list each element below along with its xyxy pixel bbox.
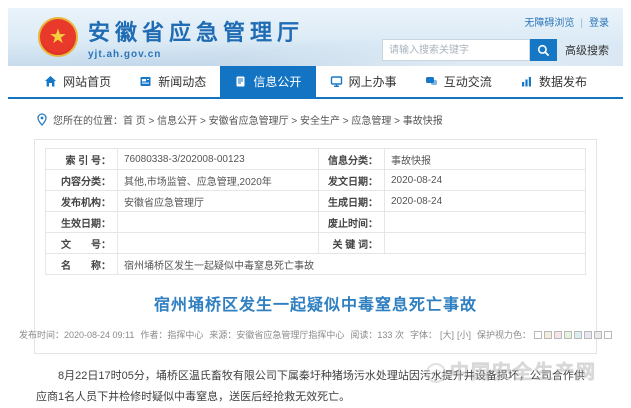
main-nav: 网站首页 新闻动态 信息公开 网上办事 互动交流 数据发布 bbox=[8, 66, 623, 99]
meta-label: 发文日期： bbox=[319, 170, 385, 191]
article-card: 索 引 号： 76080338-3/202008-00123 信息分类： 事故快… bbox=[34, 139, 597, 354]
document-meta-table: 索 引 号： 76080338-3/202008-00123 信息分类： 事故快… bbox=[45, 148, 586, 275]
meta-label: 关 键 词： bbox=[319, 233, 385, 254]
monitor-icon bbox=[330, 75, 343, 88]
view-count: 阅读：133 次 bbox=[350, 328, 404, 341]
meta-value bbox=[385, 212, 586, 233]
search-icon bbox=[537, 44, 550, 57]
chat-icon bbox=[425, 75, 438, 88]
eye-color-swatch[interactable] bbox=[594, 331, 602, 339]
eye-color-swatch[interactable] bbox=[554, 331, 562, 339]
meta-value bbox=[118, 212, 319, 233]
breadcrumb-text[interactable]: 您所在的位置：首 页 > 信息公开 > 安徽省应急管理厅 > 安全生产 > 应急… bbox=[53, 112, 443, 127]
search-input[interactable] bbox=[382, 39, 530, 61]
table-row: 索 引 号： 76080338-3/202008-00123 信息分类： 事故快… bbox=[46, 149, 586, 170]
login-link[interactable]: 登录 bbox=[589, 18, 609, 29]
page: ★ 安徽省应急管理厅 yjt.ah.gov.cn 无障碍浏览 | 登录 高级搜索 bbox=[8, 8, 623, 408]
source: 来源：安徽省应急管理厅指挥中心 bbox=[209, 328, 344, 341]
site-header: ★ 安徽省应急管理厅 yjt.ah.gov.cn 无障碍浏览 | 登录 高级搜索 bbox=[8, 8, 623, 66]
article-body: 8月22日17时05分，埇桥区温氏畜牧有限公司下属秦圩种猪场污水处理站因污水提升… bbox=[36, 366, 595, 408]
meta-value: 其他,市场监管、应急管理,2020年 bbox=[118, 170, 319, 191]
accessibility-link[interactable]: 无障碍浏览 bbox=[524, 18, 574, 29]
nav-item-home[interactable]: 网站首页 bbox=[30, 66, 125, 97]
table-row: 生效日期： 废止时间： bbox=[46, 212, 586, 233]
meta-label: 索 引 号： bbox=[46, 149, 118, 170]
nav-label: 互动交流 bbox=[444, 73, 492, 90]
eye-color-swatch[interactable] bbox=[604, 331, 612, 339]
location-pin-icon bbox=[36, 113, 48, 126]
nav-label: 信息公开 bbox=[253, 73, 301, 90]
document-icon bbox=[234, 75, 247, 88]
nav-label: 数据发布 bbox=[539, 73, 587, 90]
table-row: 发布机构： 安徽省应急管理厅 生成日期： 2020-08-24 bbox=[46, 191, 586, 212]
publish-time: 发布时间：2020-08-24 09:11 bbox=[19, 328, 134, 341]
nav-item-interaction[interactable]: 互动交流 bbox=[411, 66, 506, 97]
news-icon bbox=[139, 75, 152, 88]
table-row: 内容分类： 其他,市场监管、应急管理,2020年 发文日期： 2020-08-2… bbox=[46, 170, 586, 191]
link-divider: | bbox=[580, 18, 583, 29]
meta-label: 内容分类： bbox=[46, 170, 118, 191]
meta-label: 生成日期： bbox=[319, 191, 385, 212]
meta-value: 安徽省应急管理厅 bbox=[118, 191, 319, 212]
meta-value bbox=[118, 233, 319, 254]
article-paragraph: 8月22日17时05分，埇桥区温氏畜牧有限公司下属秦圩种猪场污水处理站因污水提升… bbox=[36, 366, 595, 408]
meta-label: 文 号： bbox=[46, 233, 118, 254]
meta-value: 宿州埇桥区发生一起疑似中毒窒息死亡事故 bbox=[118, 254, 586, 275]
nav-item-data-release[interactable]: 数据发布 bbox=[506, 66, 601, 97]
nav-label: 网站首页 bbox=[63, 73, 111, 90]
page-title: 宿州埇桥区发生一起疑似中毒窒息死亡事故 bbox=[45, 291, 586, 315]
font-smaller-button[interactable]: [小] bbox=[457, 328, 471, 341]
meta-label: 发布机构： bbox=[46, 191, 118, 212]
site-url: yjt.ah.gov.cn bbox=[88, 49, 304, 60]
meta-value bbox=[385, 233, 586, 254]
meta-value: 2020-08-24 bbox=[385, 170, 586, 191]
article-meta-line: 发布时间：2020-08-24 09:11 作者：指挥中心 来源：安徽省应急管理… bbox=[45, 328, 586, 341]
site-title: 安徽省应急管理厅 bbox=[88, 15, 304, 47]
meta-value: 2020-08-24 bbox=[385, 191, 586, 212]
table-row: 名 称： 宿州埇桥区发生一起疑似中毒窒息死亡事故 bbox=[46, 254, 586, 275]
eye-color-swatch[interactable] bbox=[574, 331, 582, 339]
nav-label: 新闻动态 bbox=[158, 73, 206, 90]
top-utility-links: 无障碍浏览 | 登录 bbox=[382, 14, 609, 29]
meta-value: 事故快报 bbox=[385, 149, 586, 170]
author: 作者：指挥中心 bbox=[140, 328, 203, 341]
search-bar: 高级搜索 bbox=[382, 39, 609, 61]
meta-label: 信息分类： bbox=[319, 149, 385, 170]
home-icon bbox=[44, 75, 57, 88]
nav-item-news[interactable]: 新闻动态 bbox=[125, 66, 220, 97]
nav-label: 网上办事 bbox=[349, 73, 397, 90]
table-row: 文 号： 关 键 词： bbox=[46, 233, 586, 254]
font-larger-button[interactable]: [大] bbox=[440, 328, 454, 341]
meta-value: 76080338-3/202008-00123 bbox=[118, 149, 319, 170]
nav-item-online-services[interactable]: 网上办事 bbox=[316, 66, 411, 97]
national-emblem-logo: ★ bbox=[38, 17, 78, 57]
eye-color-swatches bbox=[534, 331, 612, 339]
eye-color-swatch[interactable] bbox=[544, 331, 552, 339]
nav-item-info-disclosure[interactable]: 信息公开 bbox=[220, 66, 315, 97]
eye-color-swatch[interactable] bbox=[564, 331, 572, 339]
eye-color-swatch[interactable] bbox=[534, 331, 542, 339]
eye-color-swatch[interactable] bbox=[584, 331, 592, 339]
meta-label: 名 称： bbox=[46, 254, 118, 275]
font-size-label: 字体： bbox=[410, 328, 437, 341]
eye-protection-label: 保护视力色： bbox=[477, 328, 531, 341]
advanced-search-link[interactable]: 高级搜索 bbox=[565, 42, 609, 58]
meta-label: 生效日期： bbox=[46, 212, 118, 233]
chart-icon bbox=[520, 75, 533, 88]
search-button[interactable] bbox=[530, 39, 557, 61]
meta-label: 废止时间： bbox=[319, 212, 385, 233]
site-brand[interactable]: ★ 安徽省应急管理厅 yjt.ah.gov.cn bbox=[38, 15, 304, 60]
breadcrumb: 您所在的位置：首 页 > 信息公开 > 安徽省应急管理厅 > 安全生产 > 应急… bbox=[8, 99, 623, 137]
